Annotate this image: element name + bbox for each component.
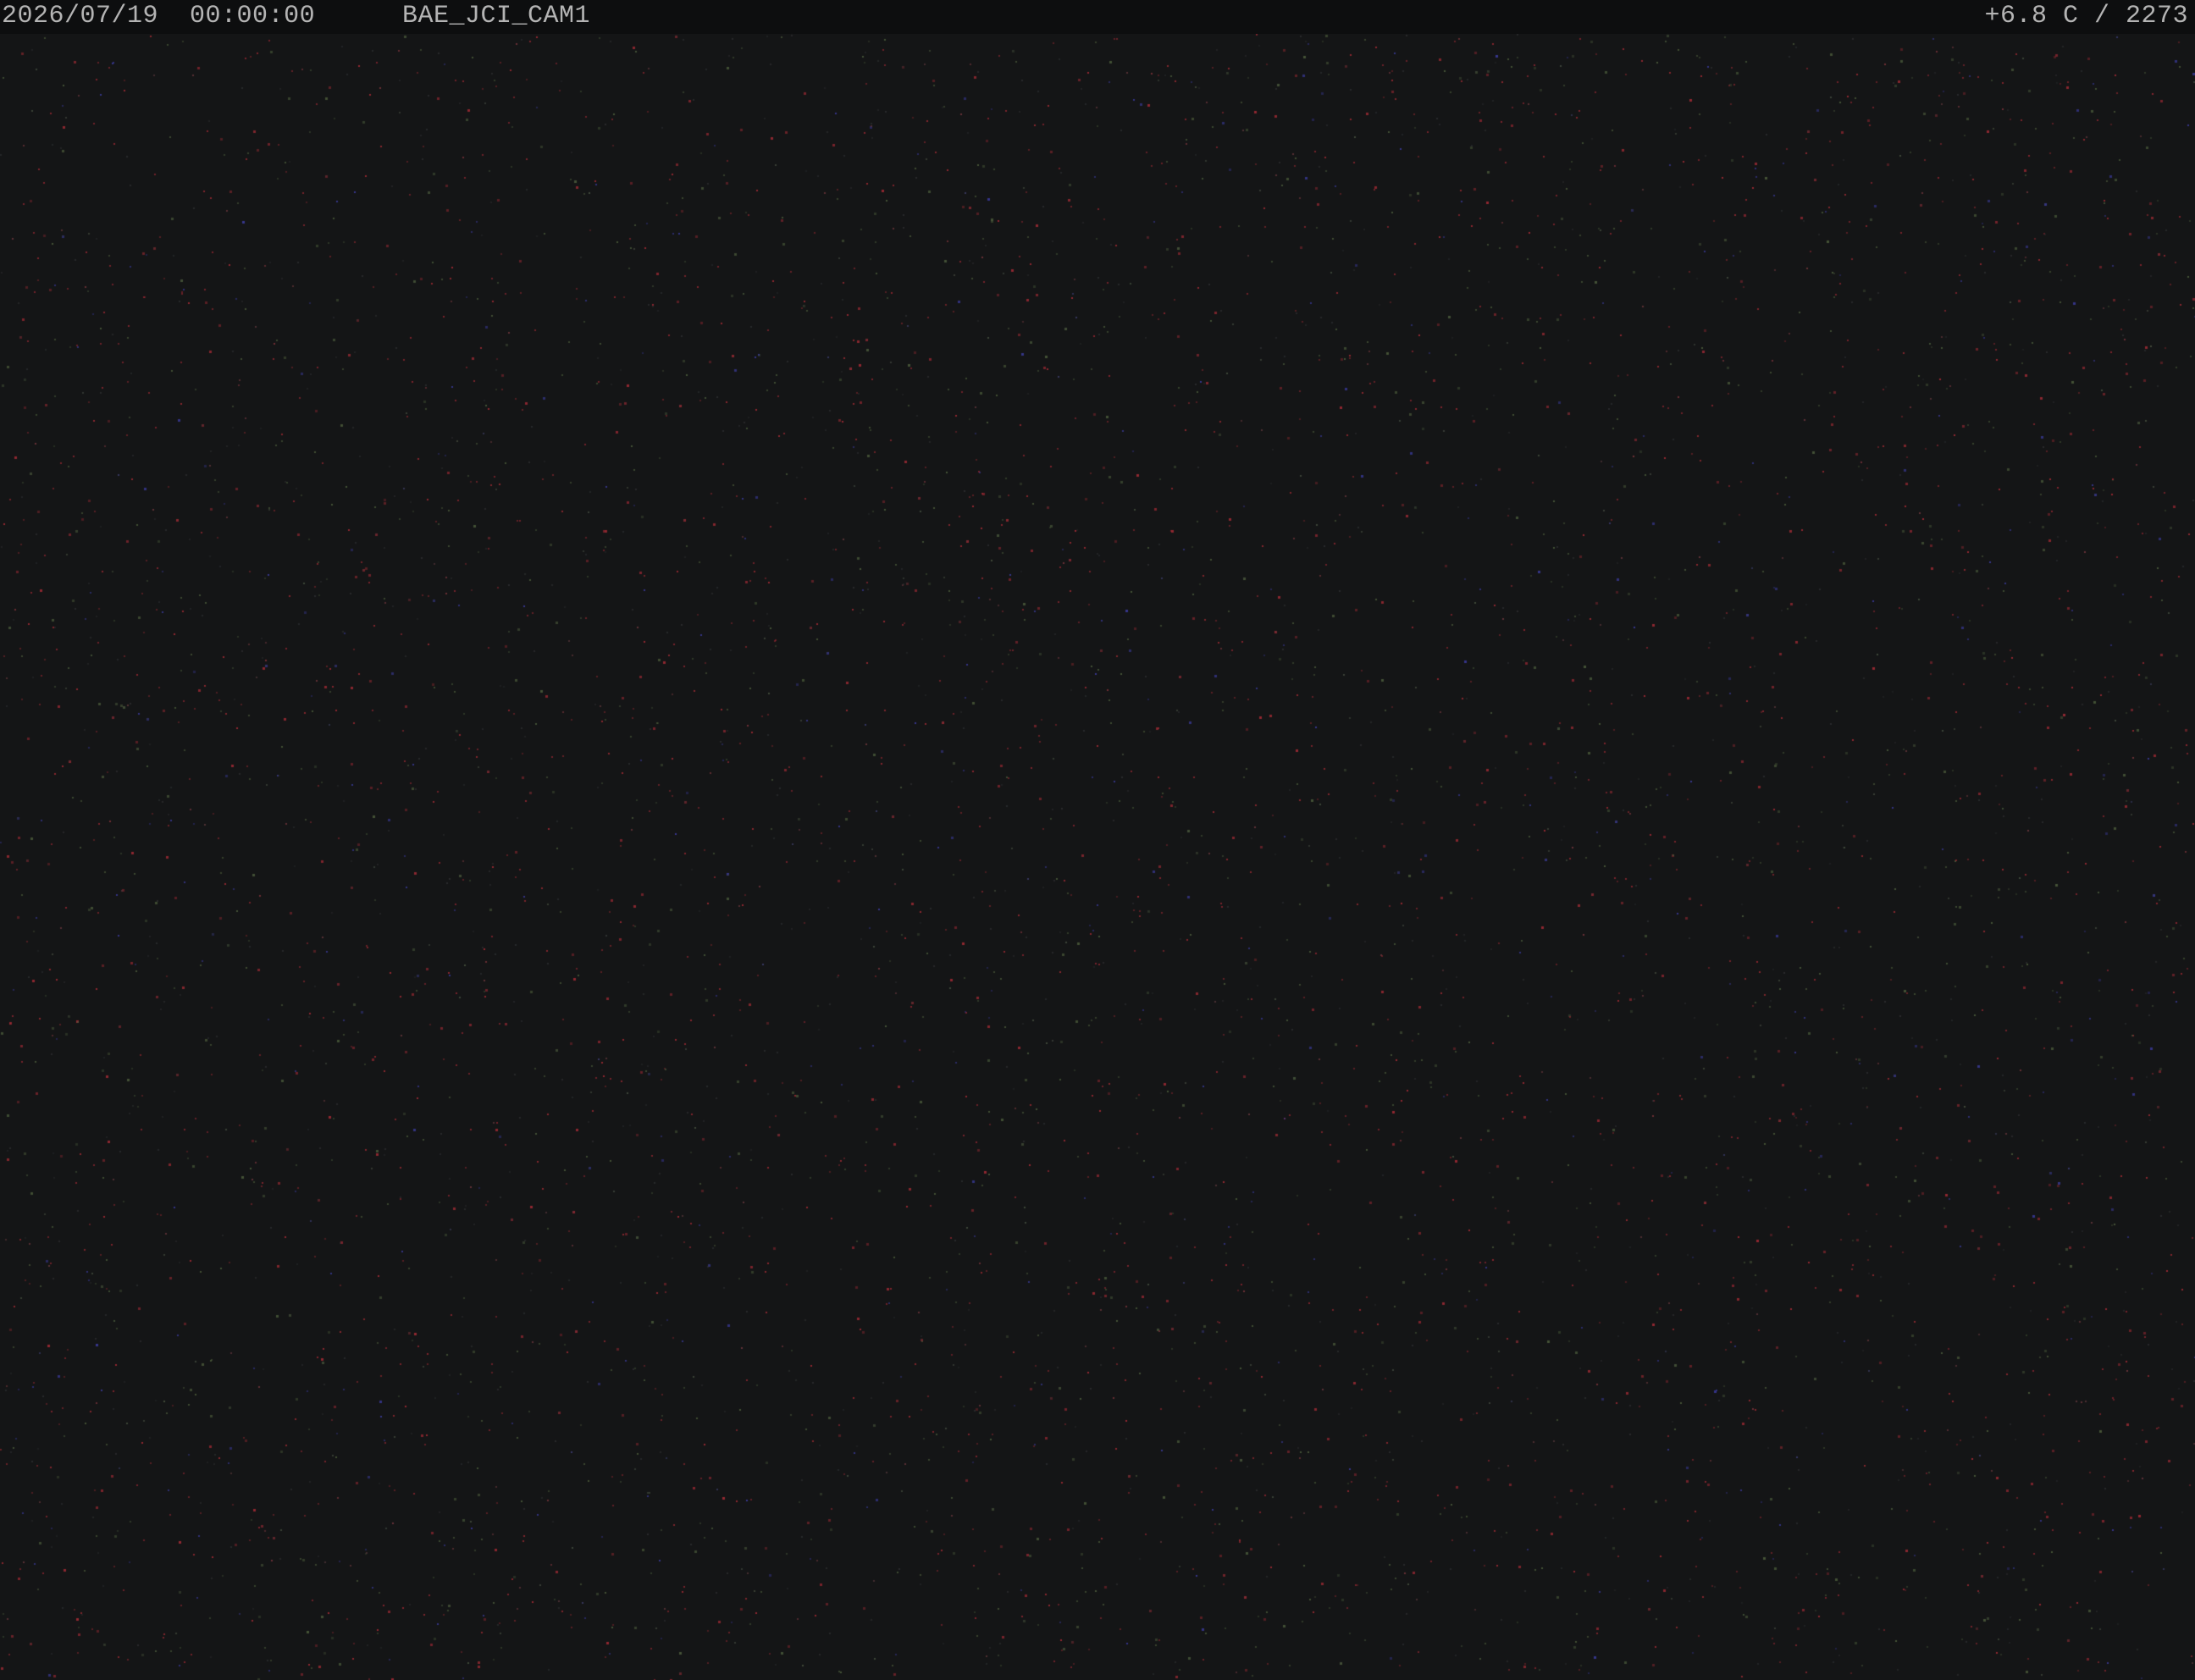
camera-overlay-bar: 2026/07/19 00:00:00 BAE_JCI_CAM1 +6.8 C … <box>0 0 2195 34</box>
sensor-readout: +6.8 C / 2273 <box>1984 2 2188 30</box>
sky-image-noise <box>0 34 2195 1680</box>
date-text: 2026/07/19 <box>2 2 159 30</box>
frame-value-text: 2273 <box>2125 2 2188 30</box>
temperature-text: +6.8 C <box>1984 2 2079 30</box>
camera-frame: 2026/07/19 00:00:00 BAE_JCI_CAM1 +6.8 C … <box>0 0 2195 1680</box>
time-text: 00:00:00 <box>190 2 316 30</box>
camera-id: BAE_JCI_CAM1 <box>402 2 591 30</box>
timestamp: 2026/07/19 00:00:00 <box>2 0 315 34</box>
